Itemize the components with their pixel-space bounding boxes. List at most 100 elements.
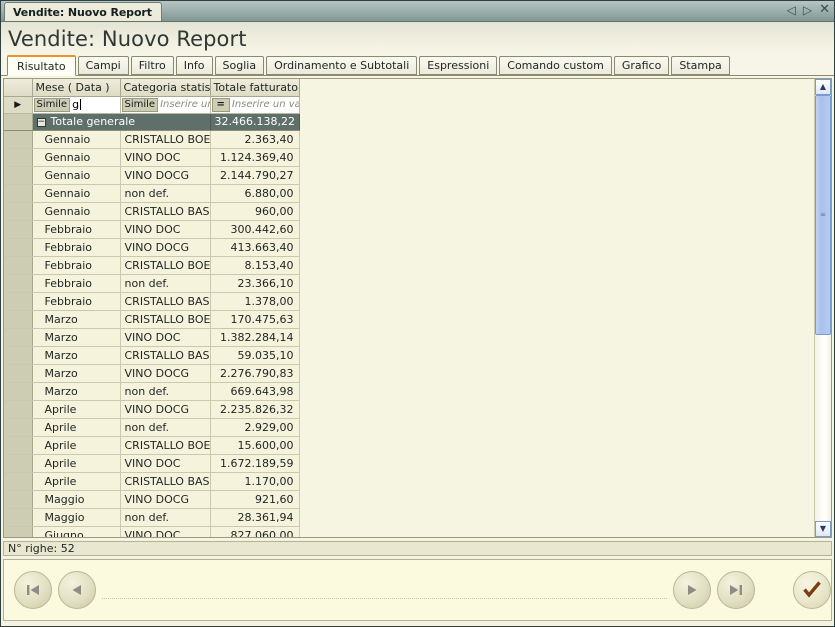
vertical-scrollbar[interactable]: ▲ ≡ ▼	[814, 79, 831, 537]
cell-totale: 1.170,00	[210, 472, 300, 491]
cell-categoria: CRISTALLO BOEM	[120, 256, 211, 275]
data-grid: Mese ( Data ) Categoria statistic Totale…	[3, 78, 832, 538]
table-row[interactable]: Aprile CRISTALLO BASE 1.170,00	[4, 472, 300, 491]
next-record-button[interactable]	[673, 571, 711, 609]
scroll-up-icon[interactable]: ▲	[815, 79, 831, 95]
table-row[interactable]: Gennaio CRISTALLO BASE 960,00	[4, 202, 300, 221]
tab-espressioni[interactable]: Espressioni	[419, 56, 498, 75]
cell-mese: Marzo	[32, 346, 121, 365]
table-row[interactable]: Gennaio VINO DOC 1.124.369,40	[4, 148, 300, 167]
table-row[interactable]: Febbraio VINO DOC 300.442,60	[4, 220, 300, 239]
grand-total-row[interactable]: − Totale generale 32.466.138,22	[4, 113, 300, 131]
table-row[interactable]: Maggio VINO DOCG 921,60	[4, 490, 300, 509]
scrollbar-track[interactable]: ≡	[815, 95, 831, 521]
row-indicator-cell	[4, 490, 33, 509]
page-header: Vendite: Nuovo Report	[1, 22, 834, 54]
cell-mese: Febbraio	[32, 220, 121, 239]
first-record-button[interactable]	[14, 571, 52, 609]
tab-label: Ordinamento e Subtotali	[274, 59, 410, 72]
table-row[interactable]: Febbraio non def. 23.366,10	[4, 274, 300, 293]
tab-label: Risultato	[17, 59, 66, 73]
table-row[interactable]: Aprile non def. 2.929,00	[4, 418, 300, 437]
cell-categoria: non def.	[120, 274, 211, 293]
cell-totale: 2.929,00	[210, 418, 300, 437]
table-row[interactable]: Aprile VINO DOC 1.672.189,59	[4, 454, 300, 473]
confirm-button[interactable]	[793, 571, 831, 609]
cell-categoria: non def.	[120, 418, 211, 437]
table-row[interactable]: Gennaio VINO DOCG 2.144.790,27	[4, 166, 300, 185]
cell-categoria: CRISTALLO BOEM	[120, 310, 211, 329]
filter-cell-totale[interactable]: = Inserire un val	[210, 96, 300, 114]
filter-cell-mese[interactable]: Simile g	[32, 96, 121, 114]
last-record-button[interactable]	[717, 571, 755, 609]
cell-mese: Gennaio	[32, 148, 121, 167]
table-row[interactable]: GennaioCRISTALLO BOEM2.363,40	[4, 130, 300, 149]
tab-risultato[interactable]: Risultato	[7, 55, 76, 76]
tab-grafico[interactable]: Grafico	[613, 56, 670, 75]
scrollbar-thumb[interactable]: ≡	[815, 95, 831, 335]
table-row[interactable]: Marzo CRISTALLO BASE 59.035,10	[4, 346, 300, 365]
table-row[interactable]: Febbraio CRISTALLO BASE 1.378,00	[4, 292, 300, 311]
tab-soglia[interactable]: Soglia	[214, 56, 265, 75]
cell-mese: Febbraio	[32, 238, 121, 257]
window-tab[interactable]: Vendite: Nuovo Report	[4, 2, 162, 21]
cell-mese: Gennaio	[32, 184, 121, 203]
table-row[interactable]: Marzo VINO DOCG 2.276.790,83	[4, 364, 300, 383]
table-row[interactable]: Marzo VINO DOC 1.382.284,14	[4, 328, 300, 347]
cell-totale: 669.643,98	[210, 382, 300, 401]
filter-input-categoria[interactable]: Inserire un	[160, 99, 209, 110]
next-window-icon[interactable]: ▷	[803, 4, 812, 16]
prev-window-icon[interactable]: ◁	[787, 4, 796, 16]
text-caret	[80, 99, 82, 110]
status-bar: N° righe: 52	[3, 541, 832, 556]
tab-info[interactable]: Info	[175, 56, 213, 75]
table-row[interactable]: Giugno VINO DOC 827.060,00	[4, 526, 300, 537]
cell-totale: 1.124.369,40	[210, 148, 300, 167]
table-row[interactable]: Maggio non def. 28.361,94	[4, 508, 300, 527]
tab-comando-custom[interactable]: Comando custom	[499, 56, 612, 75]
table-row[interactable]: Gennaio non def. 6.880,00	[4, 184, 300, 203]
cell-categoria: non def.	[120, 184, 211, 203]
row-indicator-cell	[4, 256, 33, 275]
column-header-totale[interactable]: Totale fatturato	[210, 79, 300, 97]
tab-filtro[interactable]: Filtro	[130, 56, 174, 75]
row-indicator-cell	[4, 472, 33, 491]
grid-scroll-area: Mese ( Data ) Categoria statistic Totale…	[4, 79, 814, 537]
cell-categoria: VINO DOCG	[120, 364, 211, 383]
filter-operator-categoria[interactable]: Simile	[121, 97, 159, 112]
table-row[interactable]: Febbraio VINO DOCG 413.663,40	[4, 238, 300, 257]
cell-totale: 15.600,00	[210, 436, 300, 455]
tab-campi[interactable]: Campi	[77, 56, 129, 75]
previous-record-button[interactable]	[58, 571, 96, 609]
tab-label: Espressioni	[427, 59, 490, 72]
tab-stampa[interactable]: Stampa	[671, 56, 730, 75]
cell-mese: Aprile	[32, 454, 121, 473]
row-indicator-cell	[4, 400, 33, 419]
report-window: Vendite: Nuovo Report ◁ ▷ ✕ Vendite: Nuo…	[0, 0, 835, 627]
filter-input-totale[interactable]: Inserire un val	[232, 99, 298, 110]
table-row[interactable]: AprileCRISTALLO BOEM15.600,00	[4, 436, 300, 455]
column-header-mese[interactable]: Mese ( Data )	[32, 79, 121, 97]
row-indicator-cell	[4, 184, 33, 203]
table-row[interactable]: Aprile VINO DOCG 2.235.826,32	[4, 400, 300, 419]
row-indicator-header	[4, 79, 33, 97]
tab-ordinamento-e-subtotali[interactable]: Ordinamento e Subtotali	[266, 56, 418, 75]
table-row[interactable]: Marzo non def. 669.643,98	[4, 382, 300, 401]
row-marker-icon: ▶	[14, 99, 22, 110]
close-icon[interactable]: ✕	[819, 3, 830, 16]
cell-mese: Gennaio	[32, 202, 121, 221]
cell-mese: Febbraio	[32, 274, 121, 293]
cell-categoria: VINO DOCG	[120, 490, 211, 509]
column-header-categoria[interactable]: Categoria statistic	[120, 79, 211, 97]
filter-operator-totale[interactable]: =	[211, 97, 230, 112]
filter-operator-mese[interactable]: Simile	[33, 97, 71, 112]
filter-cell-categoria[interactable]: Simile Inserire un	[120, 96, 211, 114]
collapse-icon[interactable]: −	[36, 118, 46, 127]
cell-mese: Maggio	[32, 490, 121, 509]
table-row[interactable]: MarzoCRISTALLO BOEM170.475,63	[4, 310, 300, 329]
table-row[interactable]: FebbraioCRISTALLO BOEM8.153,40	[4, 256, 300, 275]
scroll-down-icon[interactable]: ▼	[815, 521, 831, 537]
filter-input-mese[interactable]: g	[72, 98, 119, 111]
tab-label: Info	[183, 59, 205, 72]
cell-mese: Giugno	[32, 526, 121, 537]
